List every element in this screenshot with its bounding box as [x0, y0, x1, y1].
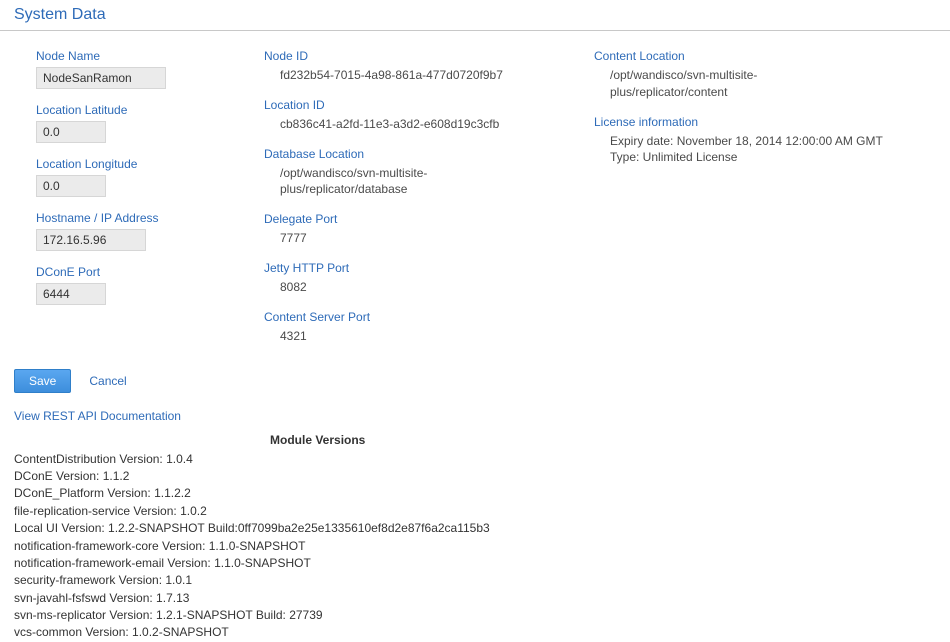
- latitude-input[interactable]: [36, 121, 106, 143]
- location-id-label: Location ID: [264, 98, 594, 112]
- module-version-line: security-framework Version: 1.0.1: [14, 572, 936, 589]
- page-title: System Data: [0, 0, 950, 31]
- module-version-line: svn-ms-replicator Version: 1.2.1-SNAPSHO…: [14, 607, 936, 624]
- latitude-label: Location Latitude: [36, 103, 264, 117]
- longitude-input[interactable]: [36, 175, 106, 197]
- module-version-line: vcs-common Version: 1.0.2-SNAPSHOT: [14, 624, 936, 641]
- content-port-label: Content Server Port: [264, 310, 594, 324]
- main-columns: Node Name Location Latitude Location Lon…: [0, 31, 950, 363]
- module-version-line: DConE_Platform Version: 1.1.2.2: [14, 485, 936, 502]
- module-version-line: DConE Version: 1.1.2: [14, 468, 936, 485]
- delegate-port-label: Delegate Port: [264, 212, 594, 226]
- longitude-label: Location Longitude: [36, 157, 264, 171]
- module-version-line: notification-framework-email Version: 1.…: [14, 555, 936, 572]
- editable-column: Node Name Location Latitude Location Lon…: [14, 49, 264, 359]
- hostname-label: Hostname / IP Address: [36, 211, 264, 225]
- rest-api-link[interactable]: View REST API Documentation: [0, 403, 950, 433]
- module-version-line: Local UI Version: 1.2.2-SNAPSHOT Build:0…: [14, 520, 936, 537]
- location-id-value: cb836c41-a2fd-11e3-a3d2-e608d19c3cfb: [280, 116, 594, 133]
- license-type: Type: Unlimited License: [610, 149, 936, 166]
- db-location-label: Database Location: [264, 147, 594, 161]
- node-name-label: Node Name: [36, 49, 264, 63]
- save-button[interactable]: Save: [14, 369, 71, 393]
- readonly-column-1: Node ID fd232b54-7015-4a98-861a-477d0720…: [264, 49, 594, 359]
- license-expiry: Expiry date: November 18, 2014 12:00:00 …: [610, 133, 910, 150]
- node-name-input[interactable]: [36, 67, 166, 89]
- content-location-value: /opt/wandisco/svn-multisite-plus/replica…: [610, 67, 870, 101]
- module-version-line: file-replication-service Version: 1.0.2: [14, 503, 936, 520]
- module-version-line: ContentDistribution Version: 1.0.4: [14, 451, 936, 468]
- delegate-port-value: 7777: [280, 230, 594, 247]
- content-port-value: 4321: [280, 328, 594, 345]
- hostname-input[interactable]: [36, 229, 146, 251]
- module-version-line: svn-javahl-fsfswd Version: 1.7.13: [14, 590, 936, 607]
- module-version-line: notification-framework-core Version: 1.1…: [14, 538, 936, 555]
- dcone-port-input[interactable]: [36, 283, 106, 305]
- module-versions-header: Module Versions: [0, 433, 950, 451]
- readonly-column-2: Content Location /opt/wandisco/svn-multi…: [594, 49, 936, 359]
- node-id-label: Node ID: [264, 49, 594, 63]
- license-info-label: License information: [594, 115, 936, 129]
- cancel-link[interactable]: Cancel: [89, 374, 126, 388]
- module-versions-list: ContentDistribution Version: 1.0.4DConE …: [0, 451, 950, 642]
- dcone-port-label: DConE Port: [36, 265, 264, 279]
- content-location-label: Content Location: [594, 49, 936, 63]
- jetty-port-value: 8082: [280, 279, 594, 296]
- jetty-port-label: Jetty HTTP Port: [264, 261, 594, 275]
- node-id-value: fd232b54-7015-4a98-861a-477d0720f9b7: [280, 67, 594, 84]
- actions-row: Save Cancel: [0, 363, 950, 403]
- db-location-value: /opt/wandisco/svn-multisite-plus/replica…: [280, 165, 540, 199]
